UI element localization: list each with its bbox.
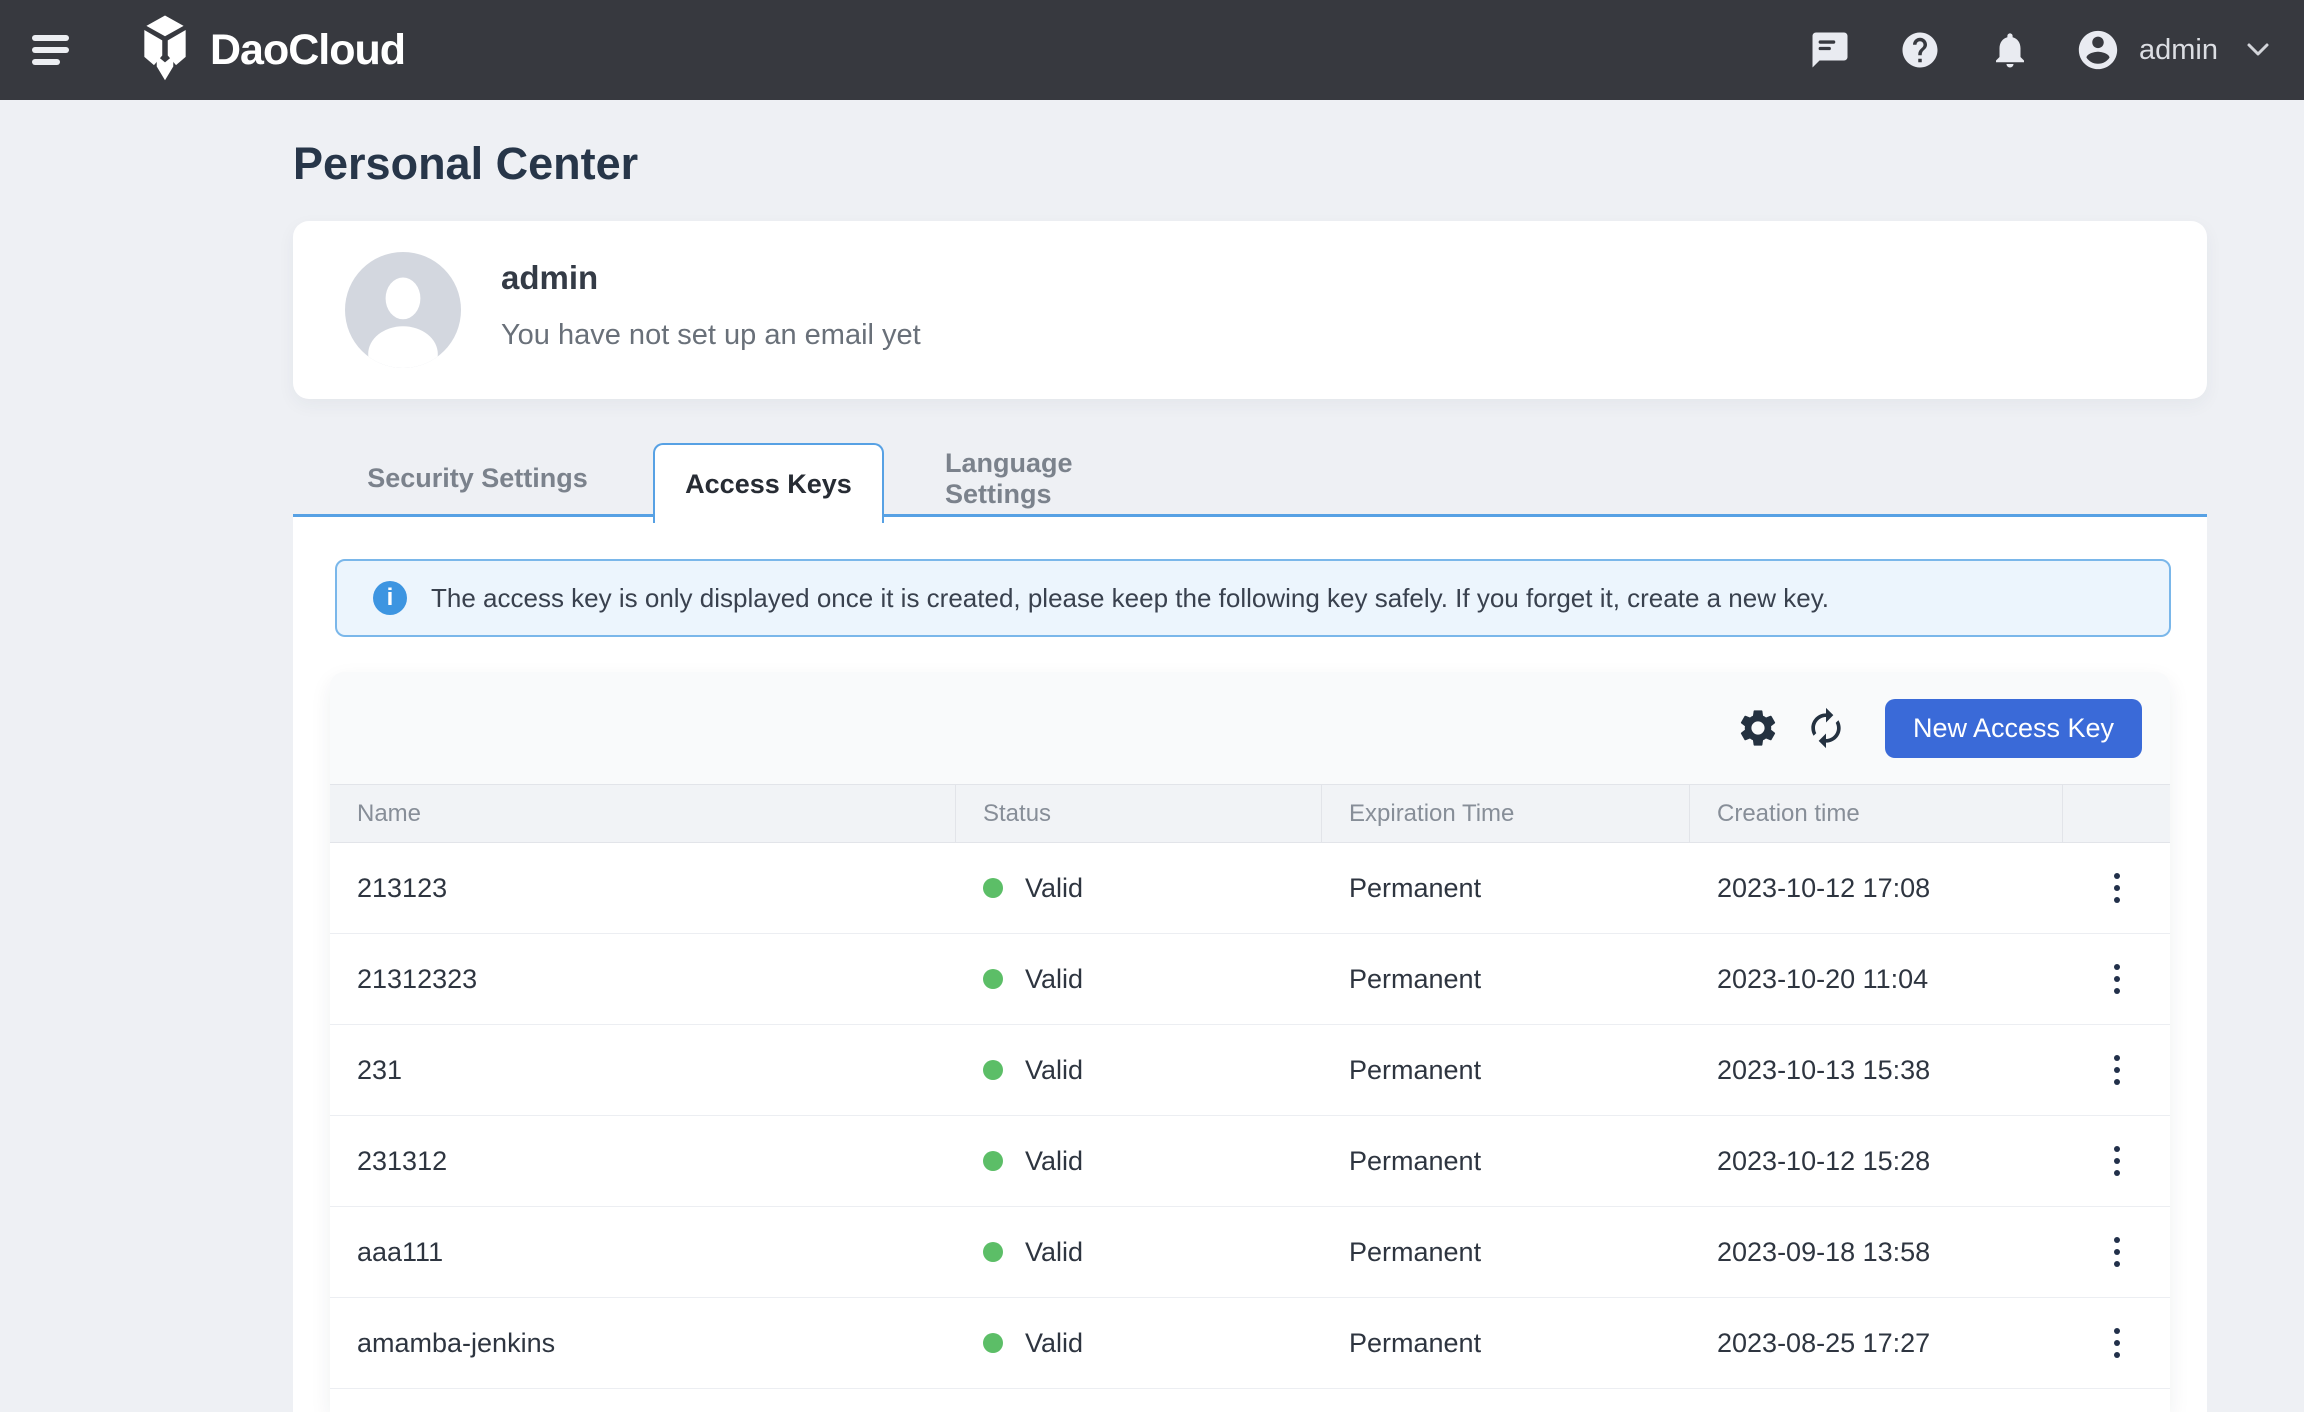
table-row[interactable]: amamba-jenkins Valid Permanent 2023-08-2… <box>330 1298 2170 1389</box>
cell-expiration: Permanent <box>1322 873 1690 904</box>
info-icon: i <box>373 581 407 615</box>
refresh-icon[interactable] <box>1803 705 1849 751</box>
cell-status: Valid <box>956 1055 1322 1086</box>
table-row[interactable]: 213123 Valid Permanent 2023-10-12 17:08 <box>330 843 2170 934</box>
table-row[interactable]: aaa111 Valid Permanent 2023-09-18 13:58 <box>330 1207 2170 1298</box>
row-actions-kebab-icon[interactable] <box>2087 1313 2147 1373</box>
access-keys-panel: i The access key is only displayed once … <box>293 517 2207 1412</box>
cell-expiration: Permanent <box>1322 1328 1690 1359</box>
column-header-actions <box>2063 785 2170 842</box>
chevron-down-icon <box>2246 42 2270 58</box>
cell-created: 2023-10-12 15:28 <box>1690 1146 2063 1177</box>
username-label: admin <box>2139 34 2218 67</box>
column-header-creation: Creation time <box>1690 785 2063 842</box>
tab-language-settings[interactable]: Language Settings <box>945 443 1176 514</box>
cell-created: 2023-10-12 17:08 <box>1690 873 2063 904</box>
gear-icon[interactable] <box>1735 705 1781 751</box>
new-access-key-button[interactable]: New Access Key <box>1885 699 2142 758</box>
tab-access-keys[interactable]: Access Keys <box>653 443 884 523</box>
row-actions-kebab-icon[interactable] <box>2087 1040 2147 1100</box>
table-row[interactable]: 231312 Valid Permanent 2023-10-12 15:28 <box>330 1116 2170 1207</box>
cell-expiration: Permanent <box>1322 964 1690 995</box>
table-row-partial <box>330 1389 2170 1412</box>
status-label: Valid <box>1025 1055 1083 1086</box>
daocloud-logo-icon <box>134 15 196 85</box>
status-dot-icon <box>983 1151 1003 1171</box>
table-header-row: Name Status Expiration Time Creation tim… <box>330 784 2170 843</box>
table-row[interactable]: 21312323 Valid Permanent 2023-10-20 11:0… <box>330 934 2170 1025</box>
cell-status: Valid <box>956 1146 1322 1177</box>
column-header-name: Name <box>330 785 956 842</box>
cell-expiration: Permanent <box>1322 1146 1690 1177</box>
messages-icon[interactable] <box>1809 29 1851 71</box>
cell-expiration: Permanent <box>1322 1055 1690 1086</box>
profile-username: admin <box>501 259 598 297</box>
cell-status: Valid <box>956 1328 1322 1359</box>
column-header-expiration: Expiration Time <box>1322 785 1690 842</box>
cell-created: 2023-10-20 11:04 <box>1690 964 2063 995</box>
table-body: 213123 Valid Permanent 2023-10-12 17:08 … <box>330 843 2170 1389</box>
status-label: Valid <box>1025 873 1083 904</box>
status-label: Valid <box>1025 1146 1083 1177</box>
profile-email-hint: You have not set up an email yet <box>501 319 921 352</box>
column-header-status: Status <box>956 785 1322 842</box>
status-dot-icon <box>983 1242 1003 1262</box>
cell-status: Valid <box>956 873 1322 904</box>
table-toolbar: New Access Key <box>330 672 2170 784</box>
navbar-brand[interactable]: DaoCloud <box>134 15 405 85</box>
cell-name: 231 <box>330 1055 956 1086</box>
cell-status: Valid <box>956 964 1322 995</box>
tab-security-settings[interactable]: Security Settings <box>362 443 593 514</box>
status-label: Valid <box>1025 964 1083 995</box>
user-menu[interactable]: admin <box>2075 27 2270 73</box>
cell-name: 231312 <box>330 1146 956 1177</box>
status-dot-icon <box>983 1060 1003 1080</box>
user-avatar-icon <box>2075 27 2121 73</box>
access-keys-table-card: New Access Key Name Status Expiration Ti… <box>330 672 2170 1412</box>
cell-status: Valid <box>956 1237 1322 1268</box>
cell-name: 21312323 <box>330 964 956 995</box>
navbar-actions: admin <box>1809 27 2270 73</box>
screen: DaoCloud <box>0 0 2304 1412</box>
page-title: Personal Center <box>293 138 638 190</box>
info-alert-text: The access key is only displayed once it… <box>431 583 1829 614</box>
status-dot-icon <box>983 1333 1003 1353</box>
row-actions-kebab-icon[interactable] <box>2087 949 2147 1009</box>
profile-avatar <box>345 252 461 368</box>
cell-name: aaa111 <box>330 1237 956 1268</box>
notifications-bell-icon[interactable] <box>1989 29 2031 71</box>
status-dot-icon <box>983 878 1003 898</box>
cell-created: 2023-10-13 15:38 <box>1690 1055 2063 1086</box>
status-label: Valid <box>1025 1237 1083 1268</box>
row-actions-kebab-icon[interactable] <box>2087 858 2147 918</box>
row-actions-kebab-icon[interactable] <box>2087 1131 2147 1191</box>
menu-toggle-icon[interactable] <box>32 35 72 65</box>
cell-expiration: Permanent <box>1322 1237 1690 1268</box>
cell-name: 213123 <box>330 873 956 904</box>
row-actions-kebab-icon[interactable] <box>2087 1222 2147 1282</box>
cell-created: 2023-08-25 17:27 <box>1690 1328 2063 1359</box>
status-label: Valid <box>1025 1328 1083 1359</box>
cell-created: 2023-09-18 13:58 <box>1690 1237 2063 1268</box>
help-icon[interactable] <box>1899 29 1941 71</box>
info-alert: i The access key is only displayed once … <box>335 559 2171 637</box>
table-row[interactable]: 231 Valid Permanent 2023-10-13 15:38 <box>330 1025 2170 1116</box>
top-navbar: DaoCloud <box>0 0 2304 100</box>
brand-name: DaoCloud <box>210 26 405 75</box>
profile-card: admin You have not set up an email yet <box>293 221 2207 399</box>
cell-name: amamba-jenkins <box>330 1328 956 1359</box>
status-dot-icon <box>983 969 1003 989</box>
